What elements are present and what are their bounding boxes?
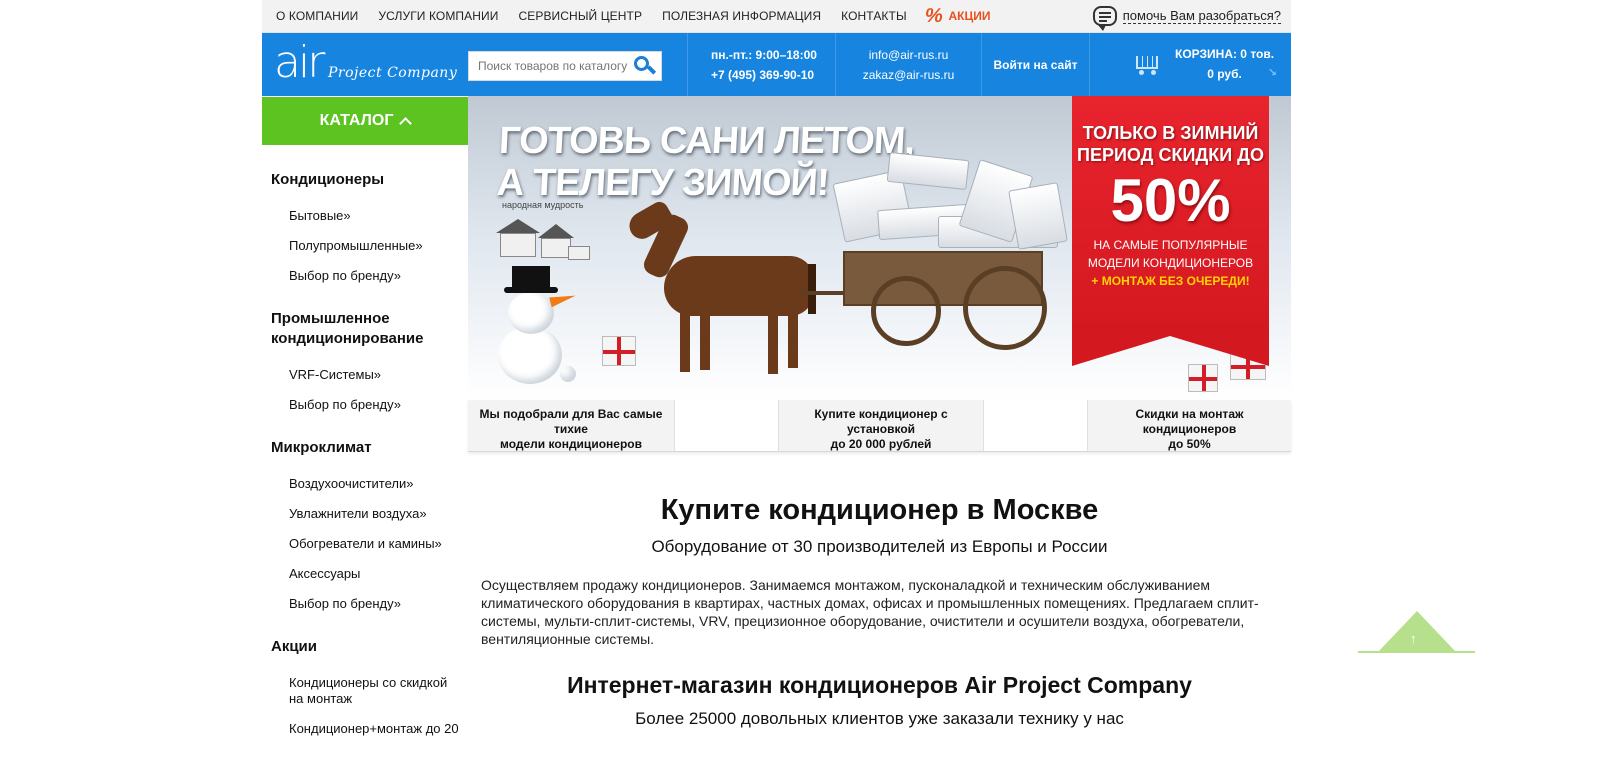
tab-install-offer[interactable]: Купите кондиционер с установкой до 20 00… — [779, 400, 983, 451]
headline-line-1: ГОТОВЬ САНИ ЛЕТОМ, — [498, 120, 916, 162]
nav-promo-label: АКЦИИ — [948, 9, 991, 23]
headline-line-2: А ТЕЛЕГУ ЗИМОЙ! — [495, 162, 830, 204]
nav-about[interactable]: О КОМПАНИИ — [276, 9, 358, 23]
sidebar-group-title[interactable]: Акции — [271, 637, 451, 657]
sidebar-item[interactable]: Выбор по бренду» — [289, 596, 464, 612]
cart-icon — [1132, 53, 1162, 75]
work-hours: пн.-пт.: 9:00–18:00 +7 (495) 369-90-10 — [687, 33, 835, 96]
sidebar-item[interactable]: Воздухоочистители» — [289, 476, 464, 492]
tab-spacer — [983, 400, 1088, 451]
email-order-link[interactable]: zakaz@air-rus.ru — [863, 65, 955, 85]
help-link[interactable]: помочь Вам разобраться? — [1092, 6, 1281, 31]
sidebar-item[interactable]: Выбор по бренду» — [289, 268, 464, 284]
cart-total: 0 руб. — [1207, 67, 1242, 81]
logo-sub: Project Company — [328, 65, 458, 81]
sidebar-item[interactable]: VRF-Системы» — [289, 367, 464, 383]
nav-useful-info[interactable]: ПОЛЕЗНАЯ ИНФОРМАЦИЯ — [662, 9, 821, 23]
search-box — [468, 51, 662, 81]
login-link[interactable]: Войти на сайт — [981, 33, 1089, 96]
sidebar-item[interactable]: Полупромышленные» — [289, 238, 464, 254]
banner-caption: народная мудрость — [502, 200, 584, 210]
discount-line-5: + МОНТАЖ БЕЗ ОЧЕРЕДИ! — [1091, 274, 1250, 288]
catalog-label: КАТАЛОГ — [319, 112, 394, 129]
sidebar-item[interactable]: Аксессуары — [289, 566, 464, 582]
sidebar-item[interactable]: Выбор по бренду» — [289, 397, 464, 413]
nav-service-center[interactable]: СЕРВИСНЫЙ ЦЕНТР — [518, 9, 642, 23]
scroll-to-top-button[interactable]: ↑ — [1358, 611, 1475, 653]
search-input[interactable] — [469, 52, 629, 80]
phone-link[interactable]: +7 (495) 369-90-10 — [711, 65, 814, 85]
main-content: Купите кондиционер в Москве Оборудование… — [468, 490, 1291, 730]
gift-box-illustration — [602, 336, 636, 366]
sidebar-item[interactable]: Кондиционер+монтаж до 20 — [289, 721, 464, 737]
sidebar-item[interactable]: Обогреватели и камины» — [289, 536, 464, 552]
discount-badge[interactable]: ТОЛЬКО В ЗИМНИЙ ПЕРИОД СКИДКИ ДО 50% НА … — [1072, 96, 1269, 366]
sidebar-item[interactable]: Увлажнители воздуха» — [289, 506, 464, 522]
sidebar: Кондиционеры Бытовые» Полупромышленные» … — [262, 145, 468, 737]
page-subtitle: Оборудование от 30 производителей из Евр… — [651, 537, 1108, 556]
promo-banner[interactable]: ГОТОВЬ САНИ ЛЕТОМ, А ТЕЛЕГУ ЗИМОЙ! народ… — [468, 96, 1291, 400]
gift-box-illustration — [1188, 364, 1218, 392]
cart-count: КОРЗИНА: 0 тов. — [1175, 47, 1275, 61]
section-subtitle: Более 25000 довольных клиентов уже заказ… — [635, 709, 1124, 728]
tab-quiet-models[interactable]: Мы подобрали для Вас самые тихие модели … — [468, 400, 674, 451]
top-nav: О КОМПАНИИ УСЛУГИ КОМПАНИИ СЕРВИСНЫЙ ЦЕН… — [262, 0, 1291, 33]
cart[interactable]: КОРЗИНА: 0 тов. 0 руб. ↘ — [1089, 33, 1291, 96]
header: air Project Company пн.-пт.: 9:00–18:00 … — [262, 33, 1291, 96]
sidebar-group-title[interactable]: Кондиционеры — [271, 170, 451, 190]
search-button[interactable] — [631, 54, 659, 78]
section-title: Интернет-магазин кондиционеров Air Proje… — [567, 672, 1192, 698]
tab-spacer — [674, 400, 779, 451]
nav-services[interactable]: УСЛУГИ КОМПАНИИ — [378, 9, 498, 23]
intro-paragraph: Осуществляем продажу кондиционеров. Зани… — [481, 577, 1259, 647]
banner-tabs: Мы подобрали для Вас самые тихие модели … — [468, 400, 1291, 452]
tab-install-discount[interactable]: Скидки на монтаж кондиционеров до 50% — [1088, 400, 1291, 451]
sidebar-item[interactable]: Кондиционеры со скидкой на монтаж — [289, 675, 464, 707]
arrow-up-icon: ↑ — [1410, 631, 1417, 646]
nav-promo[interactable]: % АКЦИИ — [922, 4, 991, 28]
emails: info@air-rus.ru zakaz@air-rus.ru — [835, 33, 981, 96]
sidebar-group-title[interactable]: Промышленное кондиционирование — [271, 309, 451, 349]
discount-line-3: НА САМЫЕ ПОПУЛЯРНЫЕ — [1093, 238, 1248, 252]
nav-contacts[interactable]: КОНТАКТЫ — [841, 9, 907, 23]
discount-line-1: ТОЛЬКО В ЗИМНИЙ — [1082, 123, 1259, 143]
chevron-up-icon — [399, 117, 413, 130]
catalog-button[interactable]: КАТАЛОГ — [262, 97, 468, 145]
page-title: Купите кондиционер в Москве — [660, 494, 1099, 526]
page: О КОМПАНИИ УСЛУГИ КОМПАНИИ СЕРВИСНЫЙ ЦЕН… — [262, 0, 1291, 757]
hours-text: пн.-пт.: 9:00–18:00 — [711, 47, 817, 62]
expand-arrow-icon: ↘ — [1267, 67, 1277, 79]
sidebar-item[interactable]: Бытовые» — [289, 208, 464, 224]
logo-main: air — [274, 37, 325, 88]
discount-line-2: ПЕРИОД СКИДКИ ДО — [1077, 145, 1264, 165]
percent-icon: % — [922, 4, 945, 27]
cart-summary: КОРЗИНА: 0 тов. 0 руб. — [1175, 44, 1274, 84]
discount-percent: 50% — [1110, 167, 1231, 234]
discount-line-4: МОДЕЛИ КОНДИЦИОНЕРОВ — [1087, 256, 1254, 270]
chat-bubble-icon — [1092, 6, 1117, 31]
logo[interactable]: air Project Company — [262, 33, 468, 96]
help-text: помочь Вам разобраться? — [1122, 8, 1281, 24]
email-info-link[interactable]: info@air-rus.ru — [869, 45, 949, 65]
sidebar-group-title[interactable]: Микроклимат — [271, 438, 451, 458]
